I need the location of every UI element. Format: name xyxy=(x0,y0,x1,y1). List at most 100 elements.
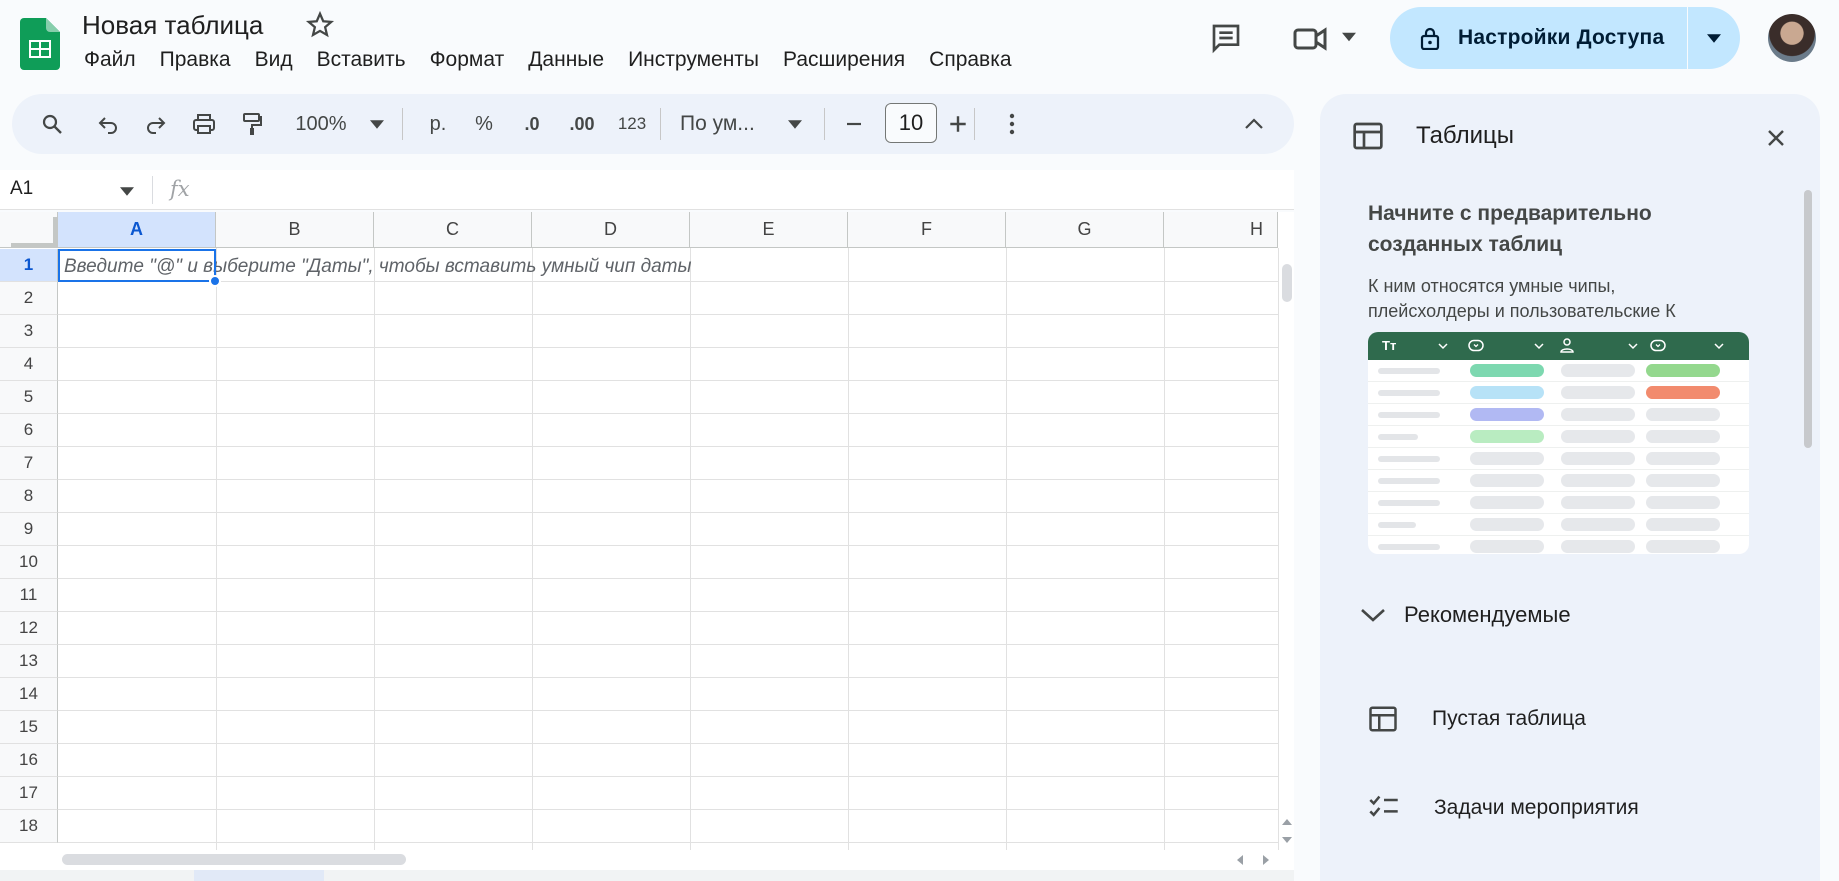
meet-video-icon[interactable] xyxy=(1292,24,1328,54)
toolbar: 100% р. % .0 .00 123 По ум... 10 xyxy=(12,94,1294,154)
row-header[interactable]: 3 xyxy=(0,315,58,348)
column-header-g[interactable]: G xyxy=(1006,212,1164,248)
decrease-decimal-button[interactable]: .0 xyxy=(514,94,550,154)
meet-dropdown-icon[interactable] xyxy=(1342,32,1356,42)
row-header[interactable]: 9 xyxy=(0,513,58,546)
preview-row xyxy=(1368,514,1749,536)
row-header[interactable]: 11 xyxy=(0,579,58,612)
menu-view[interactable]: Вид xyxy=(243,46,305,74)
checklist-icon xyxy=(1369,795,1398,817)
menu-data[interactable]: Данные xyxy=(516,46,616,74)
menu-help[interactable]: Справка xyxy=(917,46,1023,74)
template-label: Задачи мероприятия xyxy=(1434,796,1639,819)
column-header-b[interactable]: B xyxy=(216,212,374,248)
menu-extensions[interactable]: Расширения xyxy=(771,46,917,74)
column-header-f[interactable]: F xyxy=(848,212,1006,248)
paint-format-button[interactable] xyxy=(236,94,268,154)
menu-insert[interactable]: Вставить xyxy=(305,46,418,74)
font-size-decrease-button[interactable] xyxy=(838,94,870,154)
active-sheet-tab[interactable] xyxy=(194,870,324,881)
column-header-c[interactable]: C xyxy=(374,212,532,248)
freeze-handle[interactable] xyxy=(11,217,57,247)
row-header[interactable]: 1 xyxy=(0,249,58,282)
row-header[interactable]: 7 xyxy=(0,447,58,480)
menu-file[interactable]: Файл xyxy=(72,46,148,74)
font-family-select[interactable]: По ум... xyxy=(680,94,776,154)
toolbar-divider xyxy=(660,108,661,140)
vertical-scroll-thumb[interactable] xyxy=(1282,264,1292,302)
print-button[interactable] xyxy=(188,94,220,154)
column-header-e[interactable]: E xyxy=(690,212,848,248)
horizontal-scrollbar[interactable] xyxy=(0,850,1294,870)
formula-input[interactable] xyxy=(210,172,1290,208)
row-header[interactable]: 15 xyxy=(0,711,58,744)
zoom-dropdown-icon[interactable] xyxy=(370,120,384,129)
zoom-select[interactable]: 100% xyxy=(288,94,354,154)
number-format-button[interactable]: 123 xyxy=(610,94,654,154)
grid-line xyxy=(58,578,1278,579)
menu-format[interactable]: Формат xyxy=(418,46,517,74)
column-header-h[interactable]: H xyxy=(1164,212,1278,248)
scroll-right-icon[interactable] xyxy=(1262,855,1270,865)
undo-button[interactable] xyxy=(92,94,124,154)
menu-tools[interactable]: Инструменты xyxy=(616,46,771,74)
fill-handle[interactable] xyxy=(209,275,221,287)
row-header[interactable]: 14 xyxy=(0,678,58,711)
table-template-preview[interactable]: Tт xyxy=(1368,332,1749,554)
currency-format-button[interactable]: р. xyxy=(420,94,456,154)
dropdown-chip-icon xyxy=(1650,339,1666,352)
document-title[interactable]: Новая таблица xyxy=(82,10,263,41)
redo-button[interactable] xyxy=(140,94,172,154)
name-box-dropdown-icon[interactable] xyxy=(120,187,134,196)
font-size-increase-button[interactable] xyxy=(942,94,974,154)
more-options-button[interactable] xyxy=(996,94,1028,154)
grid-line xyxy=(690,248,691,852)
select-all-corner[interactable] xyxy=(0,212,58,248)
panel-scrollbar[interactable] xyxy=(1804,190,1812,448)
grid-line xyxy=(58,479,1278,480)
row-header[interactable]: 12 xyxy=(0,612,58,645)
row-header[interactable]: 8 xyxy=(0,480,58,513)
grid-line xyxy=(58,677,1278,678)
active-cell-a1[interactable] xyxy=(58,249,216,282)
share-main[interactable]: Настройки Доступа xyxy=(1390,7,1688,69)
row-header[interactable]: 6 xyxy=(0,414,58,447)
increase-decimal-button[interactable]: .00 xyxy=(562,94,602,154)
name-box[interactable]: A1 xyxy=(10,178,33,200)
scroll-left-icon[interactable] xyxy=(1236,855,1244,865)
recommended-section-toggle[interactable]: Рекомендуемые xyxy=(1360,602,1571,628)
row-header[interactable]: 2 xyxy=(0,282,58,315)
scroll-down-icon[interactable] xyxy=(1282,836,1292,844)
percent-format-button[interactable]: % xyxy=(468,94,500,154)
row-header[interactable]: 17 xyxy=(0,777,58,810)
horizontal-scroll-thumb[interactable] xyxy=(62,854,406,865)
scroll-up-icon[interactable] xyxy=(1282,818,1292,826)
template-event-tasks[interactable]: Задачи мероприятия xyxy=(1368,794,1639,822)
star-icon[interactable] xyxy=(305,10,335,40)
plus-icon xyxy=(950,116,966,132)
menu-edit[interactable]: Правка xyxy=(148,46,243,74)
share-dropdown[interactable] xyxy=(1688,33,1740,43)
font-dropdown-icon[interactable] xyxy=(788,120,802,129)
close-icon[interactable] xyxy=(1766,128,1786,148)
column-header-d[interactable]: D xyxy=(532,212,690,248)
avatar[interactable] xyxy=(1768,14,1816,62)
row-header[interactable]: 4 xyxy=(0,348,58,381)
font-size-input[interactable]: 10 xyxy=(885,103,937,143)
template-blank-table[interactable]: Пустая таблица xyxy=(1368,704,1586,734)
row-header[interactable]: 18 xyxy=(0,810,58,843)
chevron-down-icon xyxy=(1438,343,1448,350)
column-header-a[interactable]: A xyxy=(58,212,216,248)
grid-line xyxy=(58,512,1278,513)
row-header[interactable]: 16 xyxy=(0,744,58,777)
comment-icon[interactable] xyxy=(1208,22,1244,54)
row-header[interactable]: 5 xyxy=(0,381,58,414)
share-button[interactable]: Настройки Доступа xyxy=(1390,7,1740,69)
row-header[interactable]: 13 xyxy=(0,645,58,678)
grid-line xyxy=(58,413,1278,414)
vertical-scrollbar[interactable] xyxy=(1278,248,1294,852)
search-menus-button[interactable] xyxy=(36,94,68,154)
hide-menus-button[interactable] xyxy=(1238,94,1270,154)
row-header[interactable]: 10 xyxy=(0,546,58,579)
sheets-logo-icon[interactable] xyxy=(20,18,60,70)
